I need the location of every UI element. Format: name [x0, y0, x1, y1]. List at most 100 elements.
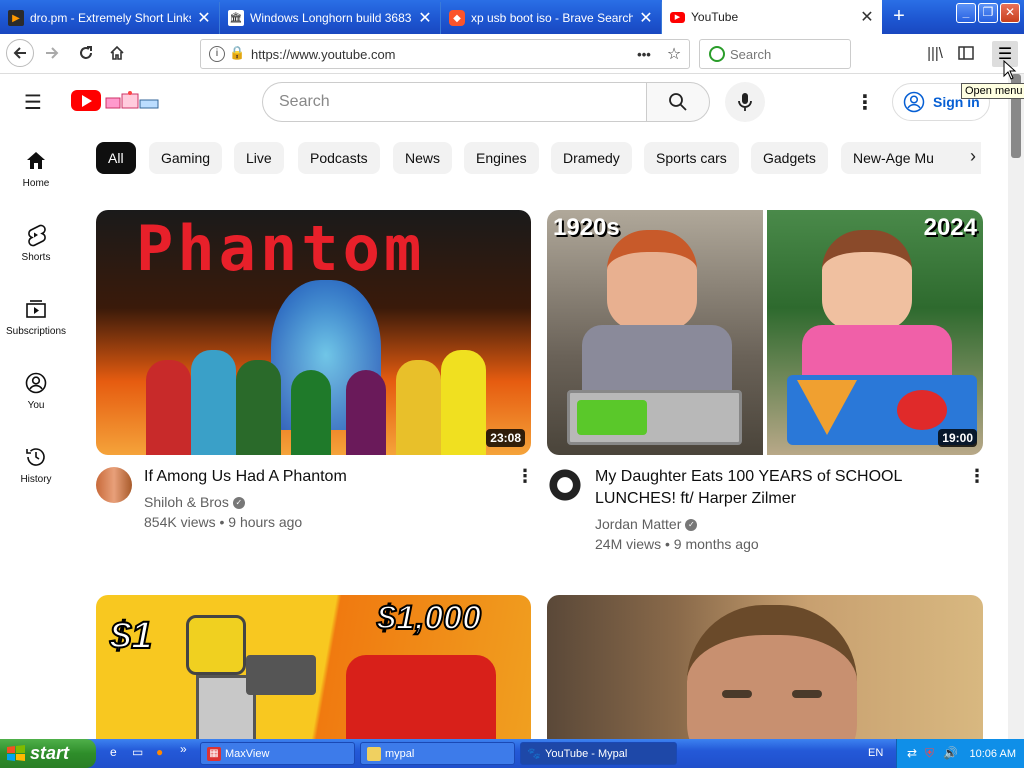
channel-name[interactable]: Shiloh & Bros ✓	[144, 492, 245, 512]
youtube-search-input[interactable]: Search	[262, 82, 646, 122]
browser-search-input[interactable]: Search	[699, 39, 851, 69]
security-icon[interactable]: ⛨	[925, 746, 934, 761]
you-icon	[25, 372, 47, 394]
thumbnail-food	[577, 400, 647, 435]
taskbar-item-youtube-mypal[interactable]: 🐾 YouTube - Mypal	[520, 742, 677, 765]
volume-icon[interactable]: 🔊	[943, 746, 958, 760]
chip-all[interactable]: All	[96, 142, 136, 174]
chip-news[interactable]: News	[393, 142, 453, 174]
video-menu-button[interactable]: ⋮	[516, 466, 534, 487]
chip-sports-cars[interactable]: Sports cars	[644, 142, 739, 174]
back-button[interactable]	[6, 39, 34, 67]
window-close-button[interactable]: ✕	[1000, 3, 1020, 23]
sidebar-item-label: You	[27, 400, 45, 411]
video-menu-button[interactable]: ⋮	[968, 466, 986, 487]
avatar[interactable]	[547, 467, 583, 503]
quicklaunch-firefox-icon[interactable]: ●	[156, 745, 172, 761]
close-tab-icon[interactable]: ✕	[418, 8, 432, 28]
voice-search-button[interactable]	[725, 82, 765, 122]
search-engine-icon[interactable]	[709, 46, 725, 62]
quicklaunch-more-icon[interactable]: »	[180, 742, 196, 758]
chip-label: Podcasts	[310, 150, 368, 166]
maximize-button[interactable]: ❐	[978, 3, 998, 23]
video-thumbnail[interactable]	[547, 595, 983, 739]
channel-name[interactable]: Jordan Matter ✓	[595, 514, 698, 534]
sidebar-item-label: Shorts	[21, 252, 51, 263]
url-text: https://www.youtube.com	[251, 46, 396, 62]
chip-gaming[interactable]: Gaming	[149, 142, 223, 174]
taskbar-item-maxview[interactable]: ▦ MaxView	[200, 742, 355, 765]
chip-label: Gaming	[161, 150, 211, 166]
chip-engines[interactable]: Engines	[464, 142, 539, 174]
shorts-icon	[28, 224, 46, 247]
chip-new-age-music[interactable]: New-Age Mu	[841, 142, 981, 174]
sidebar-item-you[interactable]: You	[0, 370, 72, 411]
quicklaunch-ie-icon[interactable]: e	[110, 745, 126, 761]
youtube-logo[interactable]	[71, 90, 101, 111]
guide-menu-button[interactable]: ☰	[24, 90, 42, 115]
youtube-header: ☰ Search ⋮ Sign in	[0, 74, 1008, 130]
sidebar-item-subscriptions[interactable]: Subscriptions	[0, 296, 72, 337]
chip-dramedy[interactable]: Dramedy	[551, 142, 632, 174]
home-icon	[110, 45, 124, 60]
minimize-button[interactable]: _	[956, 3, 976, 23]
chip-label: Live	[246, 150, 272, 166]
thumbnail-food	[897, 390, 947, 430]
taskbar: start e ▭ ● » ▦ MaxView mypal 🐾 YouTube …	[0, 739, 1024, 768]
close-tab-icon[interactable]: ✕	[860, 7, 874, 27]
clock[interactable]: 10:06 AM	[970, 748, 1016, 760]
tab-longhorn[interactable]: 🏛 Windows Longhorn build 3683 : U ✕	[220, 2, 441, 34]
quicklaunch-desktop-icon[interactable]: ▭	[132, 745, 148, 761]
home-button[interactable]	[103, 39, 131, 67]
info-icon[interactable]: i	[209, 46, 225, 62]
taskbar-item-label: mypal	[385, 747, 415, 760]
page-actions-icon[interactable]: •••	[629, 47, 659, 62]
chip-live[interactable]: Live	[234, 142, 284, 174]
chip-gadgets[interactable]: Gadgets	[751, 142, 828, 174]
language-indicator[interactable]: EN	[868, 747, 883, 759]
thumbnail-text: Phantom	[136, 212, 426, 285]
page-scrollbar[interactable]	[1008, 74, 1024, 739]
reload-button[interactable]	[72, 39, 100, 67]
tab-youtube[interactable]: ▶ YouTube ✕	[662, 0, 882, 34]
thumbnail-figure	[146, 360, 191, 455]
network-icon[interactable]: ⇄	[907, 746, 917, 760]
chip-label: All	[108, 150, 124, 166]
avatar[interactable]	[96, 467, 132, 503]
url-bar[interactable]: i 🔒 https://www.youtube.com ••• ☆	[200, 39, 690, 69]
video-thumbnail[interactable]: Phantom 23:08	[96, 210, 531, 455]
taskbar-item-mypal-folder[interactable]: mypal	[360, 742, 515, 765]
video-title[interactable]: My Daughter Eats 100 YEARS of SCHOOL LUN…	[595, 466, 945, 510]
folder-icon	[367, 747, 381, 761]
settings-menu-button[interactable]: ⋮	[855, 90, 875, 115]
video-thumbnail[interactable]: $1 $1,000	[96, 595, 531, 739]
bookmark-star-icon[interactable]: ☆	[659, 44, 689, 64]
tab-dropm[interactable]: ▶ dro.pm - Extremely Short Links ✕	[0, 2, 220, 34]
home-icon	[27, 152, 45, 169]
new-tab-button[interactable]: +	[887, 6, 911, 28]
youtube-search-button[interactable]	[646, 82, 710, 122]
chip-label: New-Age Mu	[853, 150, 934, 166]
thumbnail-face	[687, 605, 857, 739]
thumbnail-figure	[186, 615, 246, 675]
sidebar-button[interactable]	[952, 39, 980, 67]
close-tab-icon[interactable]: ✕	[197, 8, 211, 28]
sidebar-item-shorts[interactable]: Shorts	[0, 222, 72, 263]
close-tab-icon[interactable]: ✕	[639, 8, 653, 28]
youtube-doodle-icon[interactable]	[104, 90, 162, 110]
verified-check-icon: ✓	[685, 519, 698, 532]
video-title[interactable]: If Among Us Had A Phantom	[144, 466, 494, 488]
start-button[interactable]: start	[0, 739, 96, 768]
forward-button[interactable]	[38, 39, 66, 67]
sidebar-item-history[interactable]: History	[0, 444, 72, 485]
video-meta: 854K views • 9 hours ago	[144, 514, 303, 530]
windows-flag-icon	[7, 745, 25, 761]
library-button[interactable]: |||\	[921, 39, 949, 67]
chips-next-button[interactable]: ›	[970, 146, 976, 167]
chip-podcasts[interactable]: Podcasts	[298, 142, 380, 174]
archive-favicon-icon: 🏛	[228, 10, 244, 26]
tab-brave-search[interactable]: ◆ xp usb boot iso - Brave Search ✕	[441, 2, 662, 34]
sidebar-item-home[interactable]: Home	[0, 148, 72, 189]
navigation-toolbar: i 🔒 https://www.youtube.com ••• ☆ Search…	[0, 34, 1024, 74]
video-thumbnail[interactable]: 1920s 2024 19:00	[547, 210, 983, 455]
